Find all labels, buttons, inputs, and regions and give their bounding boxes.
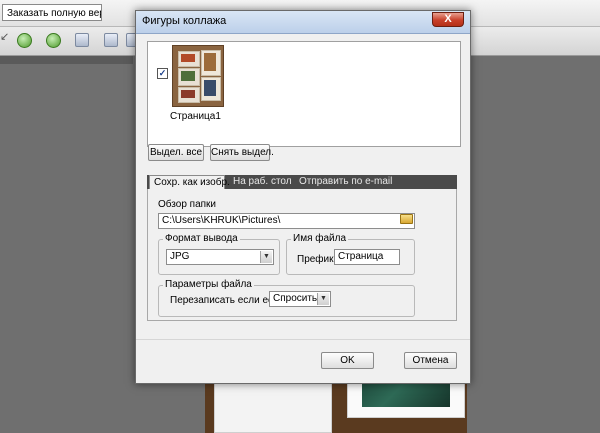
file-params-title: Параметры файла [163,279,254,290]
collage-photo[interactable] [347,378,465,418]
tab-send-email[interactable]: Отправить по e-mail [299,175,392,189]
page-icon[interactable] [75,33,89,47]
folder-path-field[interactable]: C:\Users\KHRUK\Pictures\ [158,213,415,229]
thumb-photo [178,87,200,103]
workspace-strip [0,56,133,64]
ok-button[interactable]: OK [321,352,374,369]
overwrite-label: Перезаписать если есть [170,295,283,306]
tab-save-as-image[interactable]: Сохр. как изобр. [149,175,230,190]
download-icon[interactable] [17,33,32,48]
download-icon[interactable] [46,33,61,48]
dialog-title: Фигуры коллажа [142,15,227,27]
folder-icon[interactable] [400,214,413,224]
order-full-version-button[interactable]: Заказать полную версию... [2,4,102,21]
select-all-button[interactable]: Выдел. все [148,144,204,161]
page-thumbnail[interactable] [172,45,224,107]
thumb-photo [201,50,221,76]
deselect-button[interactable]: Снять выдел. [210,144,274,161]
collage-shapes-dialog: Фигуры коллажа X ✓ Страница1 Выдел. все … [135,10,471,384]
output-format-value: JPG [170,251,190,262]
page-checkbox[interactable]: ✓ [157,68,168,79]
output-format-title: Формат вывода [163,233,240,244]
overwrite-select[interactable]: Спросить ▼ [269,291,331,307]
arrow-icon: ↙ [0,31,10,43]
prefix-input[interactable]: Страница [334,249,400,265]
tab-to-desktop[interactable]: На раб. стол [233,175,292,189]
thumb-photo [201,77,221,101]
browse-folder-label: Обзор папки [158,199,217,210]
chevron-down-icon: ▼ [317,293,329,305]
overwrite-value: Спросить [273,293,318,304]
undo-icon[interactable] [104,33,118,47]
thumb-photo [178,68,200,86]
thumb-photo [178,51,200,67]
tab-strip: Сохр. как изобр. На раб. стол Отправить … [147,175,457,190]
prefix-label: Префикс [297,254,339,265]
dialog-titlebar[interactable]: Фигуры коллажа X [136,11,470,34]
output-format-select[interactable]: JPG ▼ [166,249,274,265]
divider [136,339,470,340]
file-name-title: Имя файла [291,233,349,244]
collage-photo[interactable] [214,378,332,433]
cancel-button[interactable]: Отмена [404,352,457,369]
chevron-down-icon: ▼ [260,251,272,263]
page-thumbnail-label: Страница1 [170,111,221,122]
close-button[interactable]: X [432,12,464,27]
pages-panel: ✓ Страница1 [147,41,461,147]
